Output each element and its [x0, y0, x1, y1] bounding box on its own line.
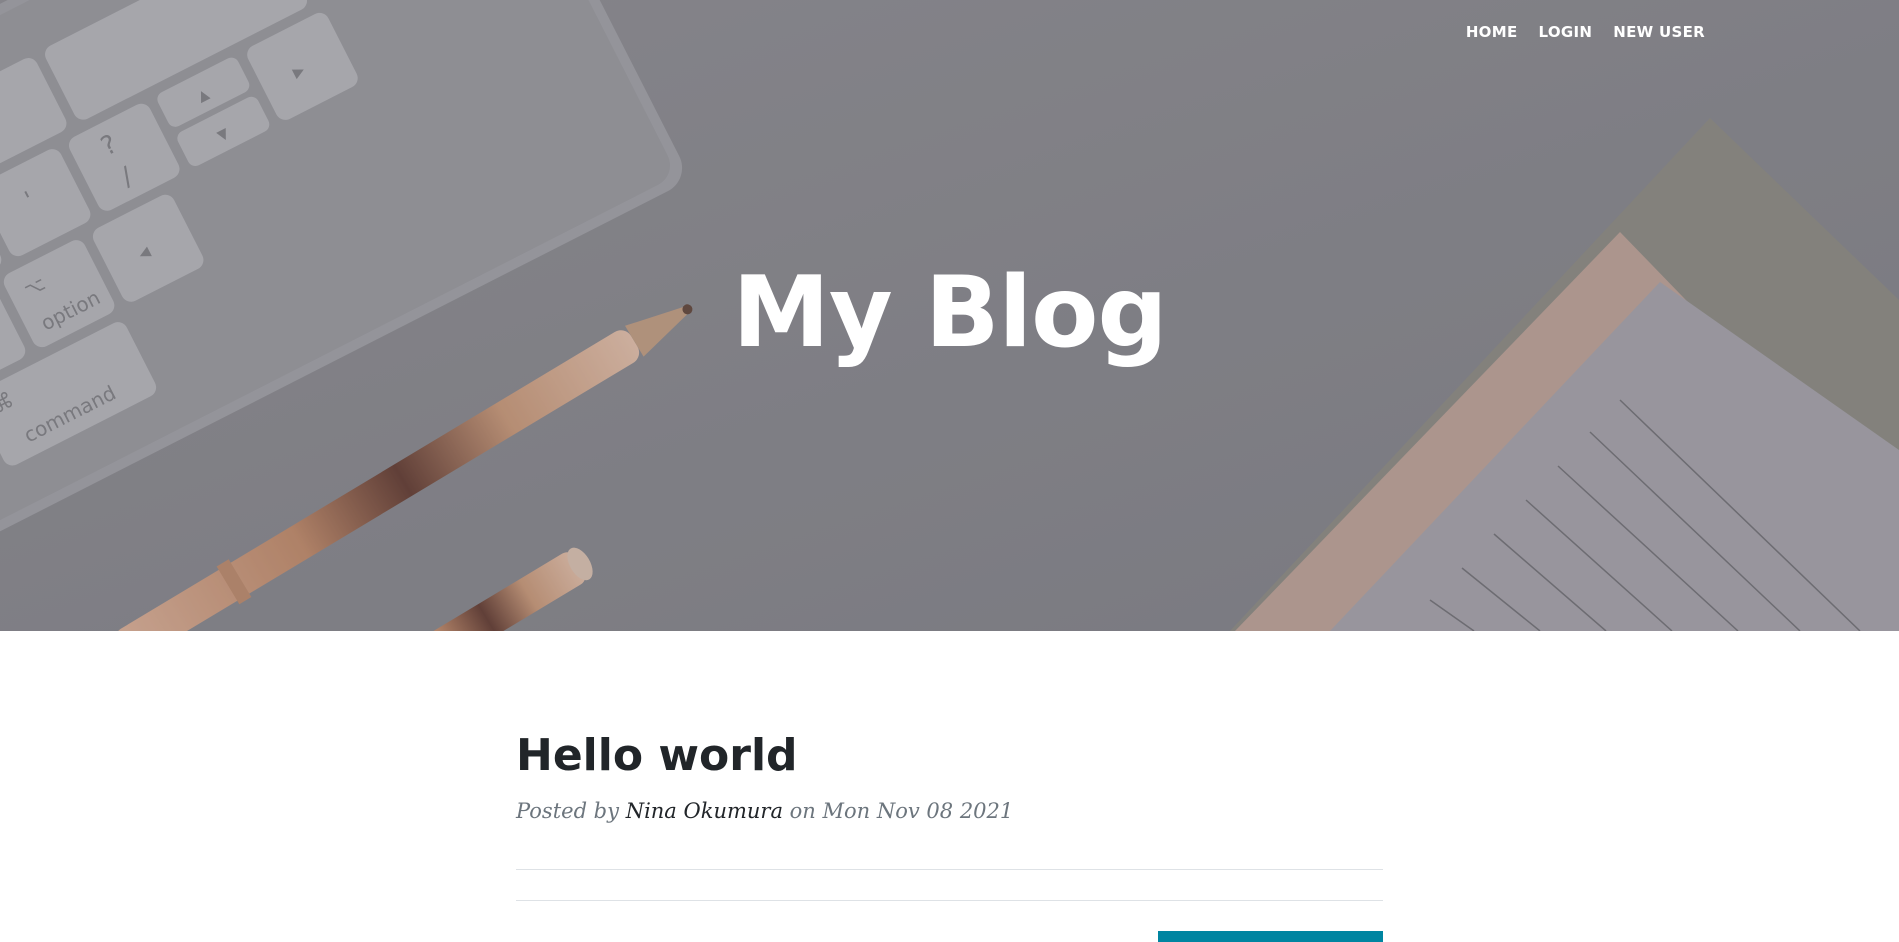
nav-new-user-link[interactable]: NEW USER — [1613, 22, 1705, 42]
divider — [516, 869, 1383, 870]
post-author[interactable]: Nina Okumura — [626, 799, 783, 823]
older-posts-button[interactable] — [1158, 931, 1383, 942]
post-item: Hello world Posted by Nina Okumura on Mo… — [516, 724, 1383, 826]
post-meta-on: on — [789, 799, 816, 823]
nav-home-link[interactable]: HOME — [1466, 22, 1518, 42]
nav-login-link[interactable]: LOGIN — [1539, 22, 1593, 42]
post-date: Mon Nov 08 2021 — [822, 799, 1014, 823]
main-navigation: HOME LOGIN NEW USER — [1466, 22, 1705, 42]
post-title[interactable]: Hello world — [516, 724, 1383, 788]
site-title: My Blog — [732, 256, 1167, 370]
hero-header: shift L : ; ' ? / ▲ ▼ ▶ < , > . — [0, 0, 1899, 631]
divider — [516, 900, 1383, 901]
post-meta-prefix: Posted by — [516, 799, 619, 823]
post-meta: Posted by Nina Okumura on Mon Nov 08 202… — [516, 796, 1383, 826]
